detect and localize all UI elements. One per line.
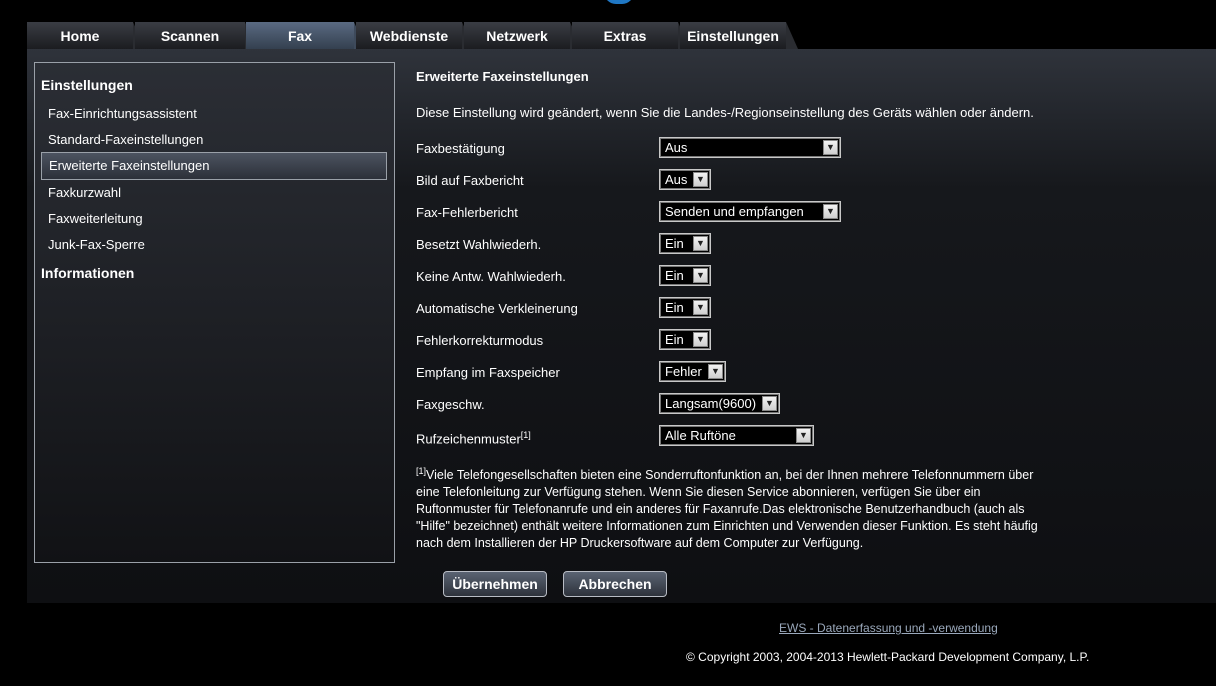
sidebar-item-standard-fax-settings[interactable]: Standard-Faxeinstellungen — [48, 132, 203, 147]
select-value: Ein — [665, 332, 684, 347]
sidebar-item-advanced-fax-settings[interactable]: Erweiterte Faxeinstellungen — [41, 152, 387, 180]
chevron-down-icon: ▼ — [693, 300, 708, 315]
chevron-down-icon: ▼ — [823, 204, 838, 219]
select-value: Aus — [665, 172, 688, 187]
footnote: [1]Viele Telefongesellschaften bieten ei… — [416, 463, 1056, 552]
select-value: Senden und empfangen — [665, 204, 804, 219]
chevron-down-icon: ▼ — [823, 140, 838, 155]
settings-content: Erweiterte Faxeinstellungen Diese Einste… — [416, 49, 1196, 603]
label-auto-reduction: Automatische Verkleinerung — [416, 301, 578, 316]
tab-netzwerk[interactable]: Netzwerk — [464, 22, 582, 49]
tab-fax[interactable]: Fax — [246, 22, 366, 49]
sidebar-heading-settings: Einstellungen — [41, 77, 133, 93]
chevron-down-icon: ▼ — [708, 364, 723, 379]
footnote-marker: [1] — [416, 466, 427, 476]
select-fax-error-report[interactable]: Senden und empfangen ▼ — [659, 201, 841, 222]
select-error-correction-mode[interactable]: Ein ▼ — [659, 329, 711, 350]
tab-webdienste[interactable]: Webdienste — [356, 22, 474, 49]
page-title: Erweiterte Faxeinstellungen — [416, 69, 589, 84]
label-fax-speed: Faxgeschw. — [416, 397, 485, 412]
select-ring-pattern[interactable]: Alle Ruftöne ▼ — [659, 425, 814, 446]
select-auto-reduction[interactable]: Ein ▼ — [659, 297, 711, 318]
tab-scannen[interactable]: Scannen — [135, 22, 257, 49]
sidebar-item-speed-dial[interactable]: Faxkurzwahl — [48, 185, 121, 200]
sidebar-item-fax-forwarding[interactable]: Faxweiterleitung — [48, 211, 143, 226]
ring-pattern-text: Rufzeichenmuster — [416, 431, 521, 447]
select-value: Ein — [665, 300, 684, 315]
select-value: Aus — [665, 140, 688, 155]
label-error-correction-mode: Fehlerkorrekturmodus — [416, 333, 544, 348]
chevron-down-icon: ▼ — [762, 396, 777, 411]
region-note: Diese Einstellung wird geändert, wenn Si… — [416, 105, 1034, 120]
select-busy-redial[interactable]: Ein ▼ — [659, 233, 711, 254]
select-value: Langsam(9600) — [665, 396, 757, 411]
chevron-down-icon: ▼ — [693, 332, 708, 347]
footnote-ref: [1] — [520, 430, 531, 440]
chevron-down-icon: ▼ — [693, 172, 708, 187]
apply-button[interactable]: Übernehmen — [443, 571, 547, 597]
ews-data-usage-link[interactable]: EWS - Datenerfassung und -verwendung — [779, 621, 998, 635]
sidebar-heading-info[interactable]: Informationen — [41, 265, 134, 281]
select-value: Ein — [665, 268, 684, 283]
select-no-answer-redial[interactable]: Ein ▼ — [659, 265, 711, 286]
chevron-down-icon: ▼ — [693, 268, 708, 283]
sidebar-item-fax-setup-wizard[interactable]: Fax-Einrichtungsassistent — [48, 106, 197, 121]
cancel-button[interactable]: Abbrechen — [563, 571, 667, 597]
tab-extras[interactable]: Extras — [572, 22, 690, 49]
label-fax-confirmation: Faxbestätigung — [416, 141, 505, 156]
main-panel: Einstellungen Fax-Einrichtungsassistent … — [27, 49, 1216, 603]
footnote-text: Viele Telefongesellschaften bieten eine … — [416, 468, 1038, 551]
select-fax-confirmation[interactable]: Aus ▼ — [659, 137, 841, 158]
main-tab-bar: Home Scannen Fax Webdienste Netzwerk Ext… — [27, 22, 1216, 49]
label-ring-pattern: Rufzeichenmuster[1] — [416, 430, 531, 446]
sidebar: Einstellungen Fax-Einrichtungsassistent … — [34, 62, 395, 563]
select-value: Alle Ruftöne — [665, 428, 736, 443]
select-memory-receive[interactable]: Fehler ▼ — [659, 361, 726, 382]
label-busy-redial: Besetzt Wahlwiederh. — [416, 237, 542, 252]
select-fax-speed[interactable]: Langsam(9600) ▼ — [659, 393, 780, 414]
label-fax-error-report: Fax-Fehlerbericht — [416, 205, 518, 220]
tab-einstellungen[interactable]: Einstellungen — [680, 22, 798, 49]
copyright-text: © Copyright 2003, 2004-2013 Hewlett-Pack… — [686, 650, 1090, 664]
sidebar-item-junk-fax-blocker[interactable]: Junk-Fax-Sperre — [48, 237, 145, 252]
tab-home[interactable]: Home — [27, 22, 145, 49]
select-value: Ein — [665, 236, 684, 251]
label-memory-receive: Empfang im Faxspeicher — [416, 365, 560, 380]
select-image-on-fax-report[interactable]: Aus ▼ — [659, 169, 711, 190]
chevron-down-icon: ▼ — [693, 236, 708, 251]
label-no-answer-redial: Keine Antw. Wahlwiederh. — [416, 269, 566, 284]
label-image-on-fax-report: Bild auf Faxbericht — [416, 173, 524, 188]
hp-logo-icon — [604, 0, 634, 4]
chevron-down-icon: ▼ — [796, 428, 811, 443]
select-value: Fehler — [665, 364, 702, 379]
